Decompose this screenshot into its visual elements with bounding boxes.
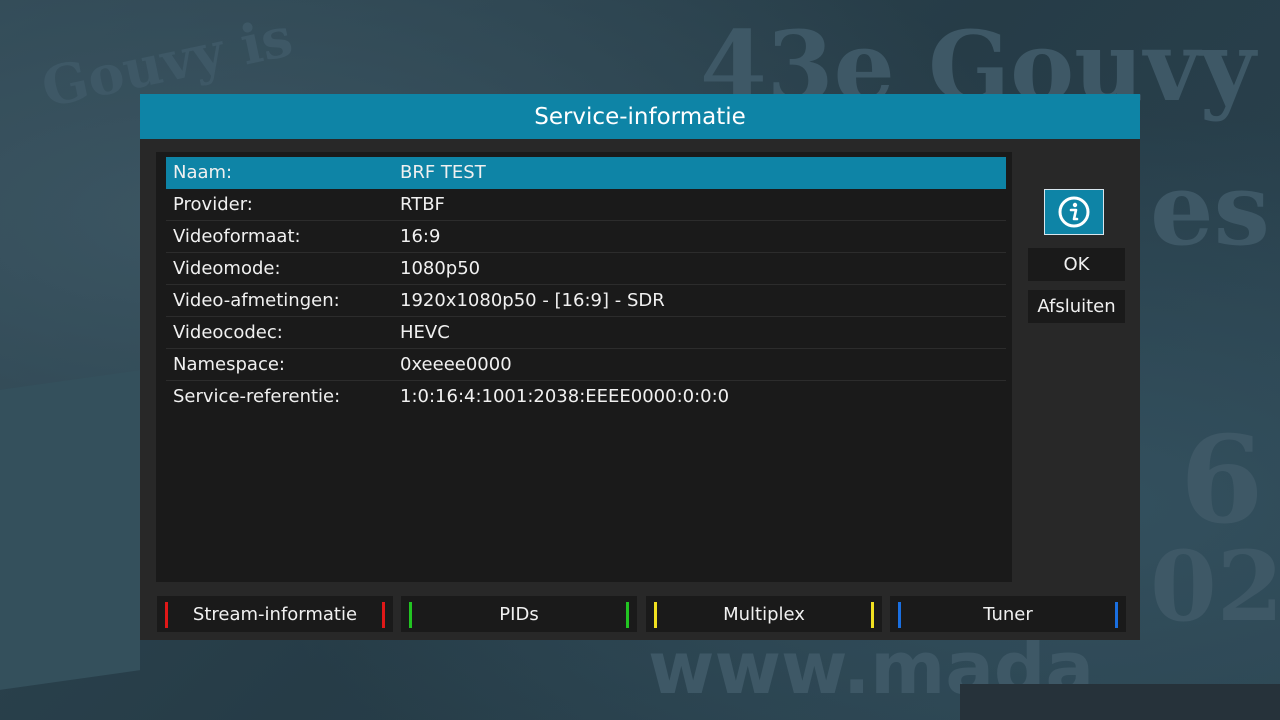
service-info-dialog: Service-informatie Naam: BRF TEST Provid… [140, 94, 1140, 640]
green-key-indicator [626, 602, 629, 628]
row-value: 16:9 [400, 226, 441, 247]
blue-button-tuner[interactable]: Tuner [890, 596, 1126, 632]
info-button[interactable] [1044, 189, 1104, 235]
list-item-videocodec[interactable]: Videocodec: HEVC [166, 317, 1006, 349]
row-label: Provider: [173, 194, 253, 215]
list-item-video-afmetingen[interactable]: Video-afmetingen: 1920x1080p50 - [16:9] … [166, 285, 1006, 317]
blue-key-indicator [898, 602, 901, 628]
background-shape [0, 370, 140, 690]
ok-button[interactable]: OK [1028, 248, 1125, 281]
green-button-label: PIDs [499, 603, 539, 625]
list-item-videoformaat[interactable]: Videoformaat: 16:9 [166, 221, 1006, 253]
green-key-indicator [409, 602, 412, 628]
list-item-videomode[interactable]: Videomode: 1080p50 [166, 253, 1006, 285]
row-label: Videocodec: [173, 322, 283, 343]
yellow-button-multiplex[interactable]: Multiplex [646, 596, 882, 632]
background-text: es [1150, 150, 1270, 268]
list-item-naam[interactable]: Naam: BRF TEST [166, 157, 1006, 189]
red-button-label: Stream-informatie [192, 603, 358, 625]
list-item-service-referentie[interactable]: Service-referentie: 1:0:16:4:1001:2038:E… [166, 381, 1006, 412]
list-item-provider[interactable]: Provider: RTBF [166, 189, 1006, 221]
close-button[interactable]: Afsluiten [1028, 290, 1125, 323]
dialog-title: Service-informatie [140, 94, 1140, 139]
background-strip [960, 684, 1280, 720]
row-value: 0xeeee0000 [400, 354, 512, 375]
row-label: Videoformaat: [173, 226, 301, 247]
row-value: 1080p50 [400, 258, 481, 279]
row-value: 1:0:16:4:1001:2038:EEEE0000:0:0:0 [400, 386, 730, 407]
row-value: RTBF [400, 194, 445, 215]
blue-key-indicator [1115, 602, 1118, 628]
row-value: BRF TEST [400, 162, 486, 183]
row-label: Service-referentie: [173, 386, 341, 407]
background-text: 023 [1150, 530, 1280, 643]
green-button-pids[interactable]: PIDs [401, 596, 637, 632]
yellow-button-label: Multiplex [723, 603, 805, 625]
yellow-key-indicator [871, 602, 874, 628]
service-info-list[interactable]: Naam: BRF TEST Provider: RTBF Videoforma… [156, 152, 1012, 582]
blue-button-label: Tuner [983, 603, 1033, 625]
yellow-key-indicator [654, 602, 657, 628]
row-label: Namespace: [173, 354, 285, 375]
row-value: 1920x1080p50 - [16:9] - SDR [400, 290, 665, 311]
list-item-namespace[interactable]: Namespace: 0xeeee0000 [166, 349, 1006, 381]
row-label: Videomode: [173, 258, 281, 279]
info-icon [1058, 196, 1090, 228]
red-button-stream-informatie[interactable]: Stream-informatie [157, 596, 393, 632]
row-label: Naam: [173, 162, 233, 183]
row-label: Video-afmetingen: [173, 290, 340, 311]
red-key-indicator [165, 602, 168, 628]
red-key-indicator [382, 602, 385, 628]
row-value: HEVC [400, 322, 450, 343]
